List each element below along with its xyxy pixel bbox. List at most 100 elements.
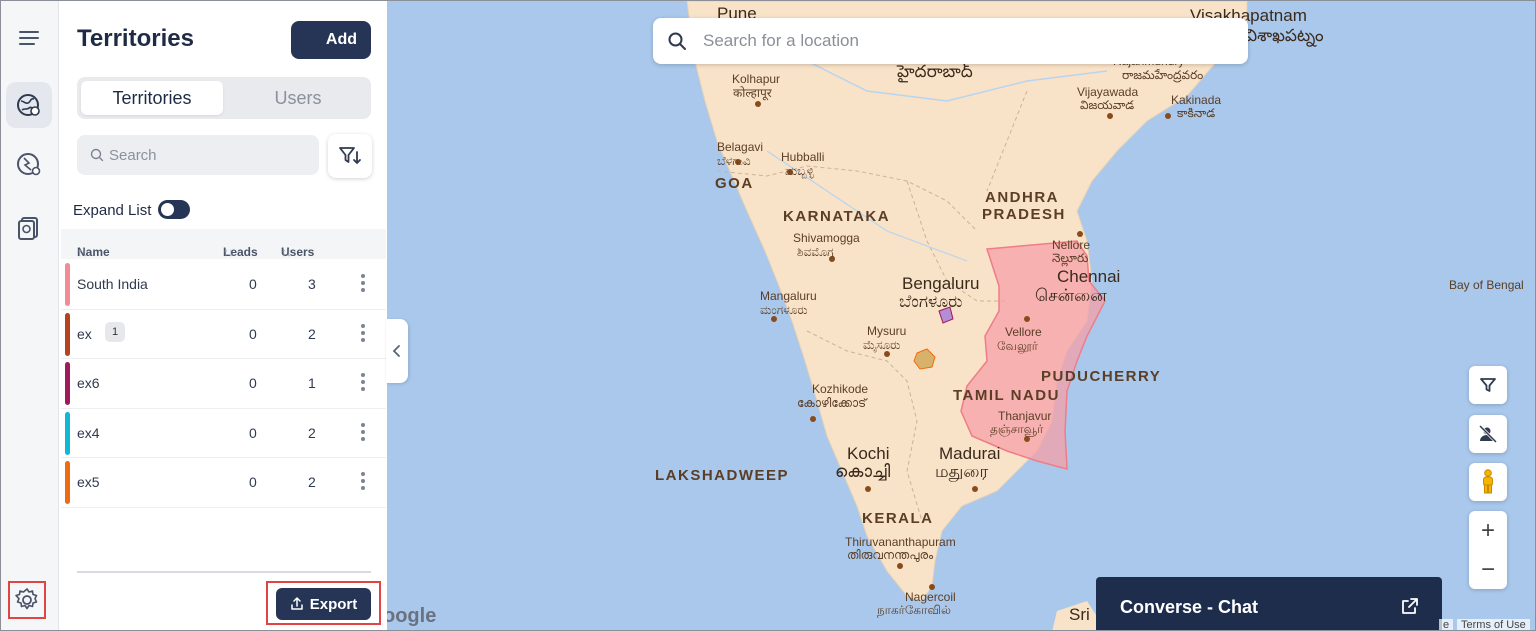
city-marker	[1024, 436, 1030, 442]
city-marker	[1165, 113, 1171, 119]
app-window: Territories Add Territories Users Expand…	[0, 0, 1536, 631]
street-view-button[interactable]	[1469, 463, 1507, 501]
tab-switcher: Territories Users	[77, 77, 371, 119]
city-marker	[1077, 231, 1083, 237]
zoom-in-button[interactable]: +	[1469, 511, 1507, 550]
map-label: Bengaluru	[902, 274, 980, 293]
globe-pin-icon	[17, 94, 40, 116]
city-marker	[1024, 316, 1030, 322]
export-button[interactable]: Export	[276, 588, 371, 620]
city-marker	[1107, 113, 1113, 119]
map-label: ಬೆಂಗಳೂರು	[899, 292, 963, 311]
map-canvas	[686, 1, 1248, 630]
hide-users-button[interactable]	[1469, 415, 1507, 453]
zoom-control: + −	[1469, 511, 1507, 589]
map-label: PUDUCHERRY	[1041, 368, 1162, 385]
expand-list-label: Expand List	[73, 202, 152, 219]
map-label: Mangaluru	[760, 289, 817, 303]
settings-button[interactable]	[8, 581, 46, 619]
nav-territories[interactable]	[6, 82, 52, 128]
expand-list-toggle[interactable]	[158, 200, 190, 219]
collapse-panel-button[interactable]	[386, 319, 408, 383]
territory-color	[65, 362, 70, 406]
terms-link[interactable]: Terms of Use	[1457, 619, 1530, 630]
map-label: కాకినాడ	[1177, 106, 1216, 120]
user-hidden-icon	[1478, 424, 1498, 444]
map-label: Bay of Bengal	[1449, 278, 1524, 292]
map-label: విజయవాడ	[1080, 98, 1135, 112]
menu-button[interactable]	[6, 15, 52, 61]
chat-widget[interactable]: Converse - Chat	[1096, 577, 1442, 630]
map-label: Mysuru	[867, 324, 907, 338]
map-label: KERALA	[862, 510, 934, 527]
map-filter-button[interactable]	[1469, 366, 1507, 404]
map-label: Madurai	[939, 444, 1001, 463]
map-label: Chennai	[1057, 267, 1121, 286]
external-link-icon[interactable]	[1400, 596, 1420, 616]
more-options-icon[interactable]	[359, 472, 367, 494]
search-input[interactable]	[109, 135, 309, 175]
territory-color	[65, 312, 70, 356]
users-count: 1	[308, 375, 316, 392]
table-header: Name ↑↓ Leads ↑↓ Users ↑↓	[61, 229, 386, 259]
city-marker	[865, 486, 871, 492]
territory-name: ex5	[77, 474, 100, 491]
users-count: 2	[308, 325, 316, 342]
map-label: ಶಿವಮೊಗ್ಗ	[797, 245, 835, 259]
map-label: Belagavi	[717, 140, 764, 154]
filter-sort-button[interactable]	[328, 134, 372, 178]
page-title: Territories	[77, 25, 194, 52]
map-label: KARNATAKA	[783, 208, 891, 225]
map-label: Kochi	[847, 444, 890, 463]
search-icon	[668, 32, 686, 50]
zoom-out-button[interactable]: −	[1469, 550, 1507, 589]
map-view[interactable]: Pune Visakhapatnam విశాఖపట్నం హైదరాబాద్ …	[387, 1, 1535, 630]
share-icon	[290, 597, 303, 610]
table-row[interactable]: ex4 0 2	[61, 409, 386, 459]
document-icon	[18, 217, 38, 240]
divider	[77, 571, 371, 573]
nav-rail	[1, 1, 59, 630]
nav-routes[interactable]	[6, 141, 52, 187]
more-options-icon[interactable]	[359, 274, 367, 296]
map-label: കൊച്ചി	[835, 462, 891, 481]
users-count: 2	[308, 474, 316, 491]
map-label: నెల్లూరు	[1052, 251, 1089, 265]
table-row[interactable]: ex5 0 2	[61, 458, 386, 508]
tab-users[interactable]: Users	[227, 81, 369, 115]
territory-name: ex	[77, 325, 92, 342]
city-marker	[755, 101, 761, 107]
more-options-icon[interactable]	[359, 373, 367, 395]
table-row[interactable]: South India 0 3	[61, 260, 386, 310]
map-label: തിരുവനന്തപുരം	[847, 548, 934, 562]
table-row[interactable]: ex6 0 1	[61, 359, 386, 409]
map-label: GOA	[715, 175, 754, 192]
tab-territories[interactable]: Territories	[81, 81, 223, 115]
map-label: TAMIL NADU	[953, 387, 1060, 404]
map-label: ಮಂಗಳೂರು	[760, 303, 808, 317]
map-label: சென்னை	[1035, 286, 1107, 305]
map-label: ಬೆಳಗಾವಿ	[717, 154, 751, 168]
pegman-icon	[1483, 469, 1493, 494]
map-label: ಹುಬ್ಬಳ್ಳಿ	[785, 164, 814, 178]
location-search	[653, 18, 1248, 64]
chat-title: Converse - Chat	[1120, 597, 1259, 617]
map-label: PRADESH	[982, 206, 1066, 223]
map-label: LAKSHADWEEP	[655, 467, 790, 484]
map-label: நாகர்கோவில்	[877, 603, 951, 617]
territory-search	[77, 135, 319, 175]
nav-leads[interactable]	[6, 204, 52, 250]
territory-name: ex4	[77, 424, 100, 441]
location-search-input[interactable]	[703, 18, 1223, 64]
add-button[interactable]: Add	[291, 21, 371, 59]
map-label: రాజమహేంద్రవరం	[1122, 68, 1204, 82]
leads-count: 0	[249, 474, 257, 491]
map-label: കോഴിക്കോട്	[797, 396, 867, 410]
menu-icon	[19, 31, 39, 45]
more-options-icon[interactable]	[359, 323, 367, 346]
more-options-icon[interactable]	[359, 422, 367, 445]
chevron-left-icon	[392, 345, 400, 357]
table-row[interactable]: ex 1 0 2	[61, 310, 386, 360]
map-label: విశాఖపట్నం	[1245, 26, 1324, 45]
map-label: Sri	[1069, 605, 1090, 624]
